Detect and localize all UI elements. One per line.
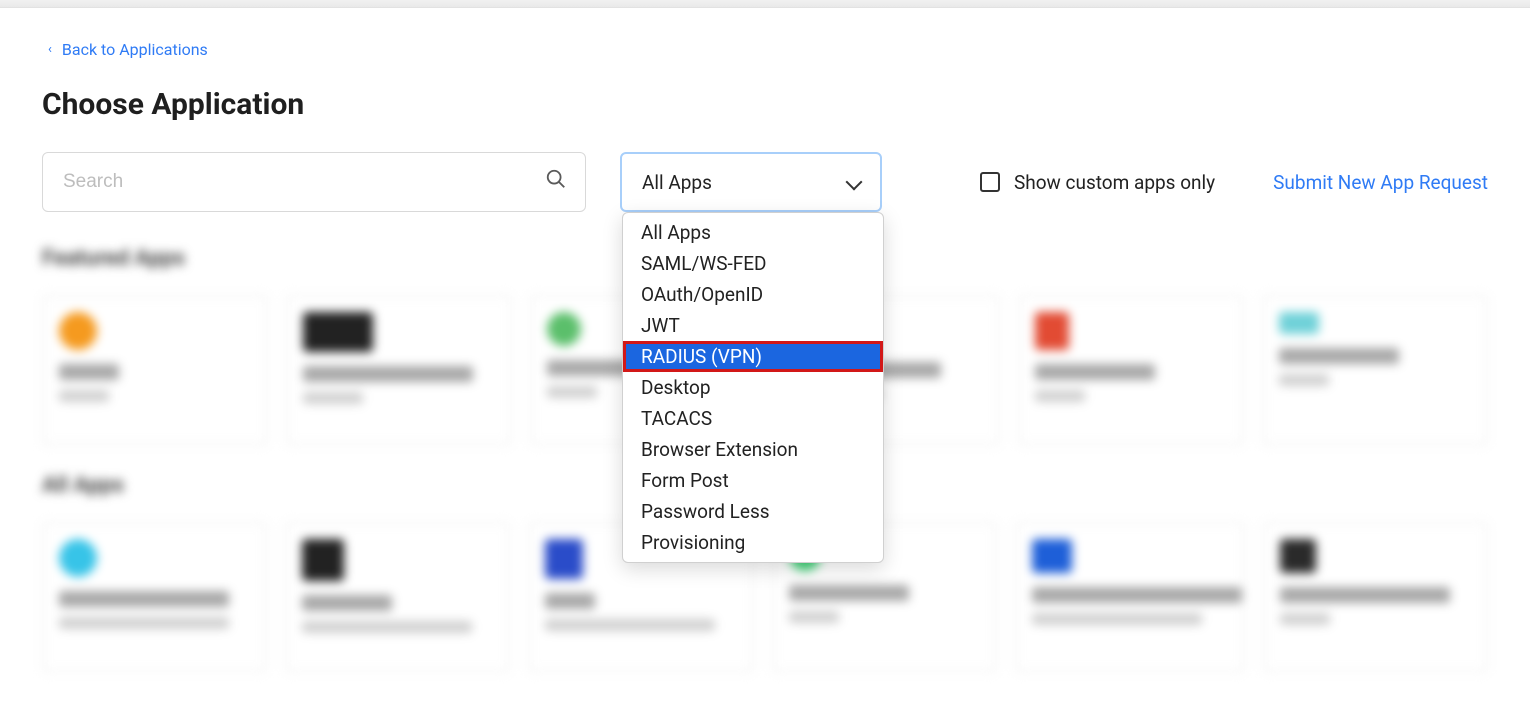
dropdown-option[interactable]: OAuth/OpenID: [623, 279, 883, 310]
show-custom-apps-toggle[interactable]: Show custom apps only: [980, 171, 1215, 194]
checkbox-icon: [980, 172, 1000, 192]
back-link-label: Back to Applications: [62, 40, 208, 59]
dropdown-option[interactable]: JWT: [623, 310, 883, 341]
dropdown-option[interactable]: All Apps: [623, 217, 883, 248]
dropdown-option[interactable]: Form Post: [623, 465, 883, 496]
dropdown-option[interactable]: SAML/WS-FED: [623, 248, 883, 279]
app-type-dropdown-panel[interactable]: All AppsSAML/WS-FEDOAuth/OpenIDJWTRADIUS…: [622, 212, 884, 563]
chevron-left-icon: ‹: [48, 42, 52, 57]
app-type-selected-label: All Apps: [642, 171, 712, 194]
controls-row: All Apps Show custom apps only Submit Ne…: [42, 152, 1488, 212]
show-custom-apps-label: Show custom apps only: [1014, 171, 1215, 194]
chevron-down-icon: [848, 175, 862, 189]
dropdown-option[interactable]: Password Less: [623, 496, 883, 527]
app-type-filter[interactable]: All Apps: [620, 152, 882, 212]
dropdown-option[interactable]: Provisioning: [623, 527, 883, 558]
window-topbar: [0, 0, 1530, 8]
dropdown-option[interactable]: Browser Extension: [623, 434, 883, 465]
dropdown-option[interactable]: TACACS: [623, 403, 883, 434]
page-title: Choose Application: [42, 87, 1488, 122]
search-input[interactable]: [61, 170, 545, 194]
dropdown-option[interactable]: Desktop: [623, 372, 883, 403]
search-field-wrapper[interactable]: [42, 152, 586, 212]
search-icon: [545, 168, 567, 196]
dropdown-option[interactable]: RADIUS (VPN): [623, 341, 883, 372]
app-type-select[interactable]: All Apps: [620, 152, 882, 212]
back-to-applications-link[interactable]: ‹ Back to Applications: [42, 40, 208, 59]
submit-new-app-request-link[interactable]: Submit New App Request: [1273, 171, 1488, 194]
